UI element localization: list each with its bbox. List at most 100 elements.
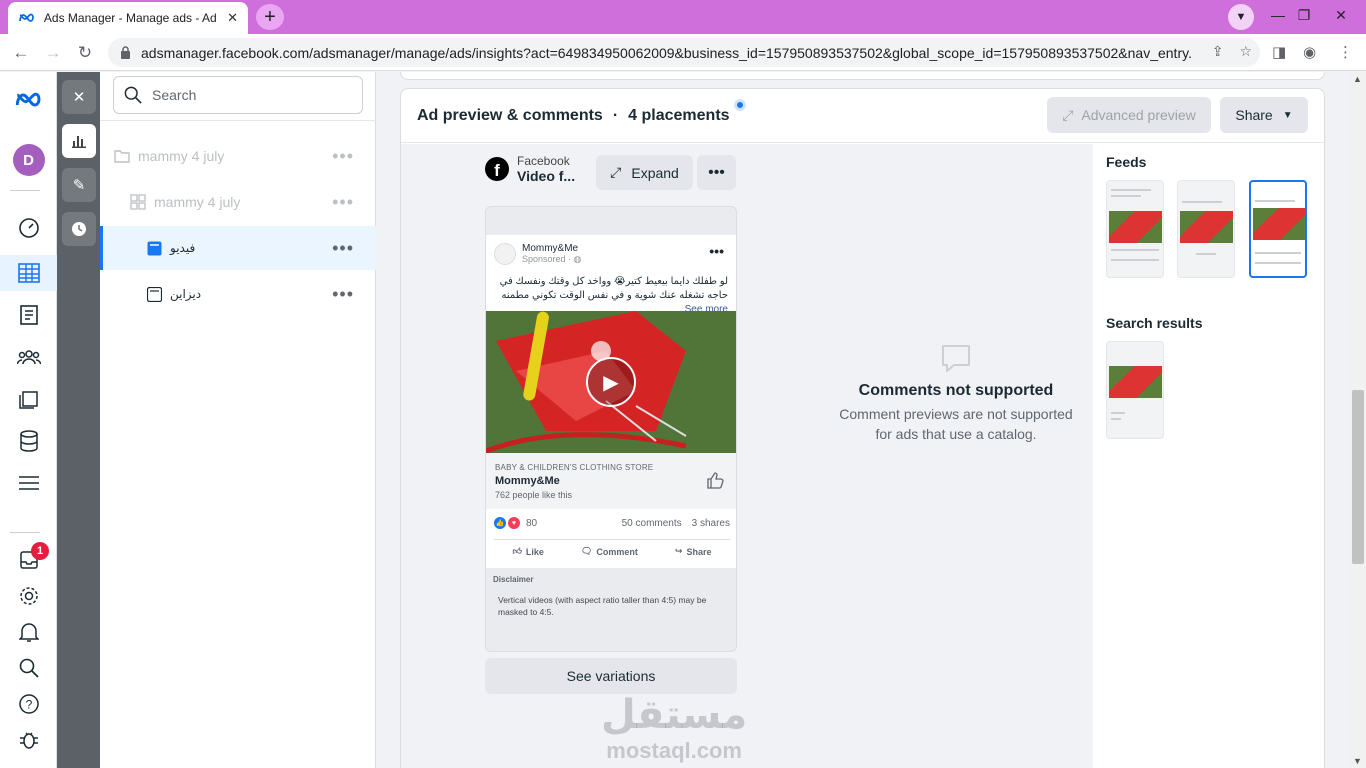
reactions-count: 80 bbox=[526, 517, 538, 529]
feed-thumbnail[interactable] bbox=[1177, 180, 1235, 278]
feed-thumbnail-selected[interactable] bbox=[1249, 180, 1307, 278]
side-panel-icon[interactable]: ◨ bbox=[1272, 43, 1286, 61]
tree-divider bbox=[100, 120, 376, 121]
thumb-line bbox=[1111, 412, 1125, 414]
caret-down-icon: ▼ bbox=[1282, 109, 1293, 121]
share-action[interactable]: ↪ Share bbox=[675, 546, 712, 557]
ad-video-thumbnail[interactable]: ▶ bbox=[486, 311, 736, 453]
thumb-line bbox=[1111, 259, 1159, 261]
browser-menu-icon[interactable]: ⋮ bbox=[1338, 43, 1353, 61]
disclaimer-body: Vertical videos (with aspect ratio talle… bbox=[498, 595, 707, 617]
brand-name: Mommy&Me bbox=[495, 475, 560, 487]
reports-book-icon[interactable] bbox=[0, 297, 57, 333]
more-options-icon[interactable]: ••• bbox=[332, 146, 354, 167]
love-reaction-icon: ♥ bbox=[508, 517, 520, 529]
watermark-arabic: مستقل bbox=[601, 693, 748, 737]
search-results-heading: Search results bbox=[1106, 315, 1203, 331]
address-bar[interactable]: adsmanager.facebook.com/adsmanager/manag… bbox=[108, 38, 1260, 67]
like-page-icon[interactable] bbox=[706, 471, 724, 494]
thumb-line bbox=[1255, 262, 1301, 264]
search-icon bbox=[124, 86, 142, 104]
panel-title: Ad preview & comments bbox=[417, 106, 603, 124]
comments-count: 50 comments bbox=[621, 517, 682, 529]
help-icon[interactable]: ? bbox=[0, 686, 57, 722]
history-clock-icon[interactable] bbox=[62, 212, 96, 246]
new-tab-button[interactable]: + bbox=[256, 4, 284, 30]
close-window-icon[interactable]: ✕ bbox=[1326, 0, 1356, 30]
advanced-preview-button[interactable]: ⤢ Advanced preview bbox=[1047, 97, 1211, 133]
placement-label: f Facebook Video f... bbox=[485, 154, 575, 184]
play-icon[interactable]: ▶ bbox=[586, 357, 636, 407]
report-bug-icon[interactable] bbox=[0, 722, 57, 758]
audiences-people-icon[interactable] bbox=[0, 339, 57, 375]
rail-divider bbox=[10, 532, 40, 533]
insights-chart-icon[interactable] bbox=[62, 124, 96, 158]
expand-icon: ⤢ bbox=[610, 164, 622, 180]
placement-name: Video f... bbox=[517, 168, 576, 184]
comment-action[interactable]: 🗨︎ Comment bbox=[581, 546, 638, 557]
post-actions: 👍︎ Like 🗨︎ Comment ↪ Share bbox=[494, 539, 730, 563]
edit-pencil-icon[interactable]: ✎ bbox=[62, 168, 96, 202]
share-page-icon[interactable]: ⇪ bbox=[1212, 43, 1224, 60]
tree-item-ad-selected[interactable]: فيديو ••• bbox=[100, 226, 376, 270]
share-button[interactable]: Share ▼ bbox=[1220, 97, 1308, 133]
media-library-icon[interactable] bbox=[0, 381, 57, 417]
close-panel-icon[interactable]: ✕ bbox=[62, 80, 96, 114]
browser-tab[interactable]: Ads Manager - Manage ads - Ad ✕ bbox=[8, 2, 248, 34]
bookmark-star-icon[interactable]: ☆ bbox=[1239, 43, 1252, 60]
watermark-latin: mostaql.com bbox=[606, 738, 742, 763]
back-icon[interactable]: ← bbox=[8, 40, 34, 66]
more-options-icon[interactable]: ••• bbox=[332, 238, 354, 259]
tree-item-ad[interactable]: ديزاين ••• bbox=[100, 272, 376, 316]
thumb-line bbox=[1255, 252, 1301, 254]
thumbs-up-icon: 👍︎ bbox=[512, 546, 522, 556]
dashboard-gauge-icon[interactable] bbox=[0, 210, 57, 246]
tree-item-ad-set[interactable]: mammy 4 july ••• bbox=[100, 180, 376, 224]
search-icon[interactable] bbox=[0, 650, 57, 686]
comment-label: Comment bbox=[596, 546, 638, 557]
ad-link-area[interactable]: BABY & CHILDREN'S CLOTHING STORE Mommy&M… bbox=[486, 453, 736, 509]
tab-close-icon[interactable]: ✕ bbox=[227, 10, 238, 26]
extension-icon[interactable]: ◉ bbox=[1303, 43, 1316, 61]
scrollbar-thumb[interactable] bbox=[1352, 390, 1364, 564]
tool-strip: ✕ ✎ bbox=[57, 72, 100, 768]
ad-header: Mommy&Me Sponsored · ◍ bbox=[494, 243, 730, 269]
tree-item-label: فيديو bbox=[170, 241, 196, 255]
tab-search-chevron-icon[interactable]: ▼ bbox=[1228, 4, 1254, 30]
more-options-icon[interactable]: ••• bbox=[332, 192, 354, 213]
all-tools-menu-icon[interactable] bbox=[0, 465, 57, 501]
meta-logo-icon[interactable] bbox=[0, 82, 57, 118]
expand-button[interactable]: ⤢ Expand bbox=[596, 155, 693, 190]
see-variations-button[interactable]: See variations bbox=[485, 658, 737, 694]
comments-title: Comments not supported bbox=[858, 382, 1054, 399]
alerts-bell-icon[interactable] bbox=[0, 614, 57, 650]
scroll-up-icon[interactable]: ▲ bbox=[1353, 74, 1362, 84]
feed-thumbnail[interactable] bbox=[1106, 180, 1164, 278]
minimize-icon[interactable]: — bbox=[1266, 0, 1290, 30]
ad-options-icon[interactable]: ••• bbox=[709, 243, 724, 259]
reload-icon[interactable]: ↻ bbox=[72, 40, 98, 66]
tree-search-box[interactable] bbox=[113, 76, 363, 114]
comment-icon: 🗨︎ bbox=[580, 546, 593, 556]
more-options-icon[interactable]: ••• bbox=[332, 284, 354, 305]
panel-header: Ad preview & comments · 4 placements ⤢ A… bbox=[401, 89, 1324, 143]
forward-icon[interactable]: → bbox=[40, 40, 66, 66]
disclaimer-title: Disclaimer bbox=[493, 575, 534, 584]
scroll-down-icon[interactable]: ▼ bbox=[1353, 756, 1362, 766]
tree-search-input[interactable] bbox=[152, 87, 352, 103]
thumb-image bbox=[1180, 211, 1233, 243]
restore-icon[interactable]: ❐ bbox=[1292, 0, 1316, 30]
notifications-inbox-icon[interactable]: 1 bbox=[0, 542, 57, 578]
settings-gear-icon[interactable] bbox=[0, 578, 57, 614]
placement-more-button[interactable]: ••• bbox=[697, 155, 736, 190]
search-result-thumbnail[interactable] bbox=[1106, 341, 1164, 439]
page-avatar bbox=[494, 243, 516, 265]
ads-manager-table-icon[interactable] bbox=[0, 255, 57, 291]
placement-thumbnails: Feeds Search results bbox=[1093, 144, 1324, 768]
page-likes: 762 people like this bbox=[495, 490, 573, 500]
tree-item-campaign[interactable]: mammy 4 july ••• bbox=[100, 134, 376, 178]
share-label: Share bbox=[1235, 107, 1273, 123]
like-action[interactable]: 👍︎ Like bbox=[513, 546, 544, 557]
catalog-database-icon[interactable] bbox=[0, 423, 57, 459]
account-avatar[interactable]: D bbox=[0, 142, 57, 178]
